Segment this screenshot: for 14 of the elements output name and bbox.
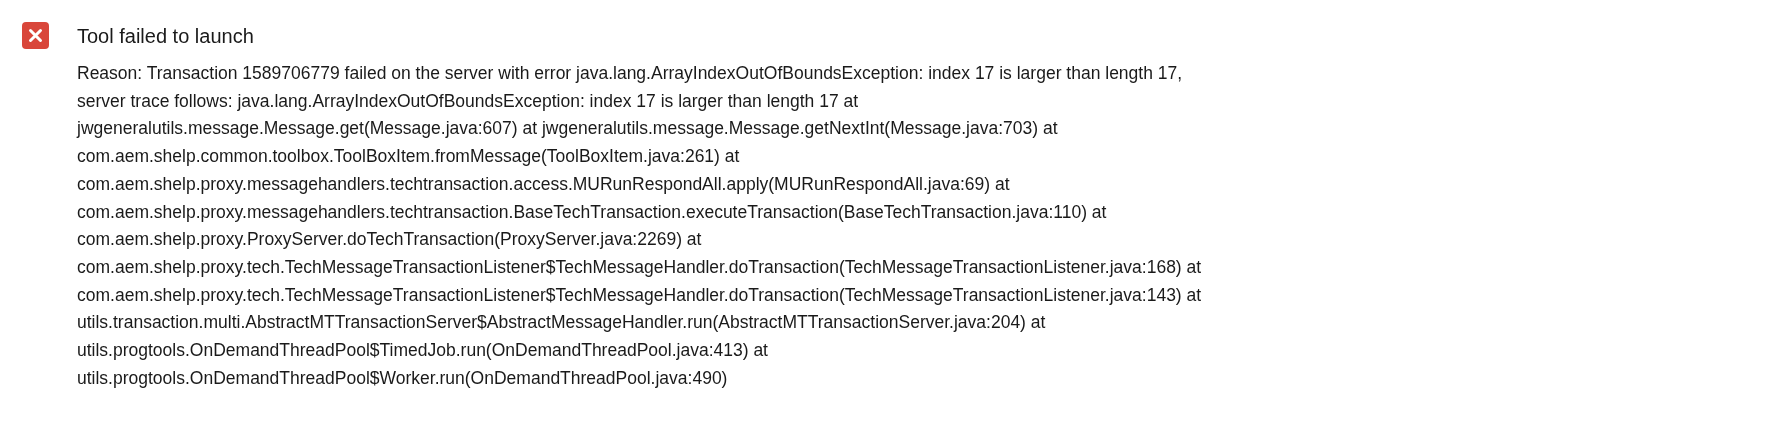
message-line: utils.transaction.multi.AbstractMTTransactionServer$AbstractMessageHandler.run(AbstractMTTransactionServer.java:204) at — [77, 311, 1047, 335]
message-line: com.aem.shelp.proxy.messagehandlers.techtransaction.BaseTechTransaction.executeTransaction(BaseTechTransaction.java:110) at — [77, 200, 1108, 224]
message-line: com.aem.shelp.proxy.tech.TechMessageTransactionListener$TechMessageHandler.doTransaction(TechMessageTransactionListener.java:143) at — [77, 283, 1202, 307]
message-line: utils.progtools.OnDemandThreadPool$TimedJob.run(OnDemandThreadPool.java:413) at — [77, 339, 769, 363]
message-line: Reason: Transaction 1589706779 failed on the server with error java.lang.ArrayIndexOutOfBoundsException: index 17 is larger than length 17, — [77, 62, 1184, 85]
message-line: com.aem.shelp.proxy.tech.TechMessageTransactionListener$TechMessageHandler.doTransaction(TechMessageTransactionListener.java:168) at — [77, 255, 1202, 279]
message-line: com.aem.shelp.common.toolbox.ToolBoxItem.fromMessage(ToolBoxItem.java:261) at — [77, 145, 741, 169]
message-line: com.aem.shelp.proxy.ProxyServer.doTechTransaction(ProxyServer.java:2269) at — [77, 228, 703, 252]
dialog-title: Tool failed to launch — [77, 24, 255, 49]
message-line: server trace follows: java.lang.ArrayIndexOutOfBoundsException: index 17 is larger than length 17 at — [77, 89, 860, 113]
message-line: com.aem.shelp.proxy.messagehandlers.techtransaction.access.MURunRespondAll.apply(MURunRespondAll.java:69) at — [77, 172, 1011, 196]
message-line: utils.progtools.OnDemandThreadPool$Worker.run(OnDemandThreadPool.java:490) — [77, 366, 729, 390]
error-icon — [22, 22, 49, 49]
message-line: jwgeneralutils.message.Message.get(Message.java:607) at jwgeneralutils.message.Message.getNextInt(Message.java:703) at — [77, 117, 1059, 141]
